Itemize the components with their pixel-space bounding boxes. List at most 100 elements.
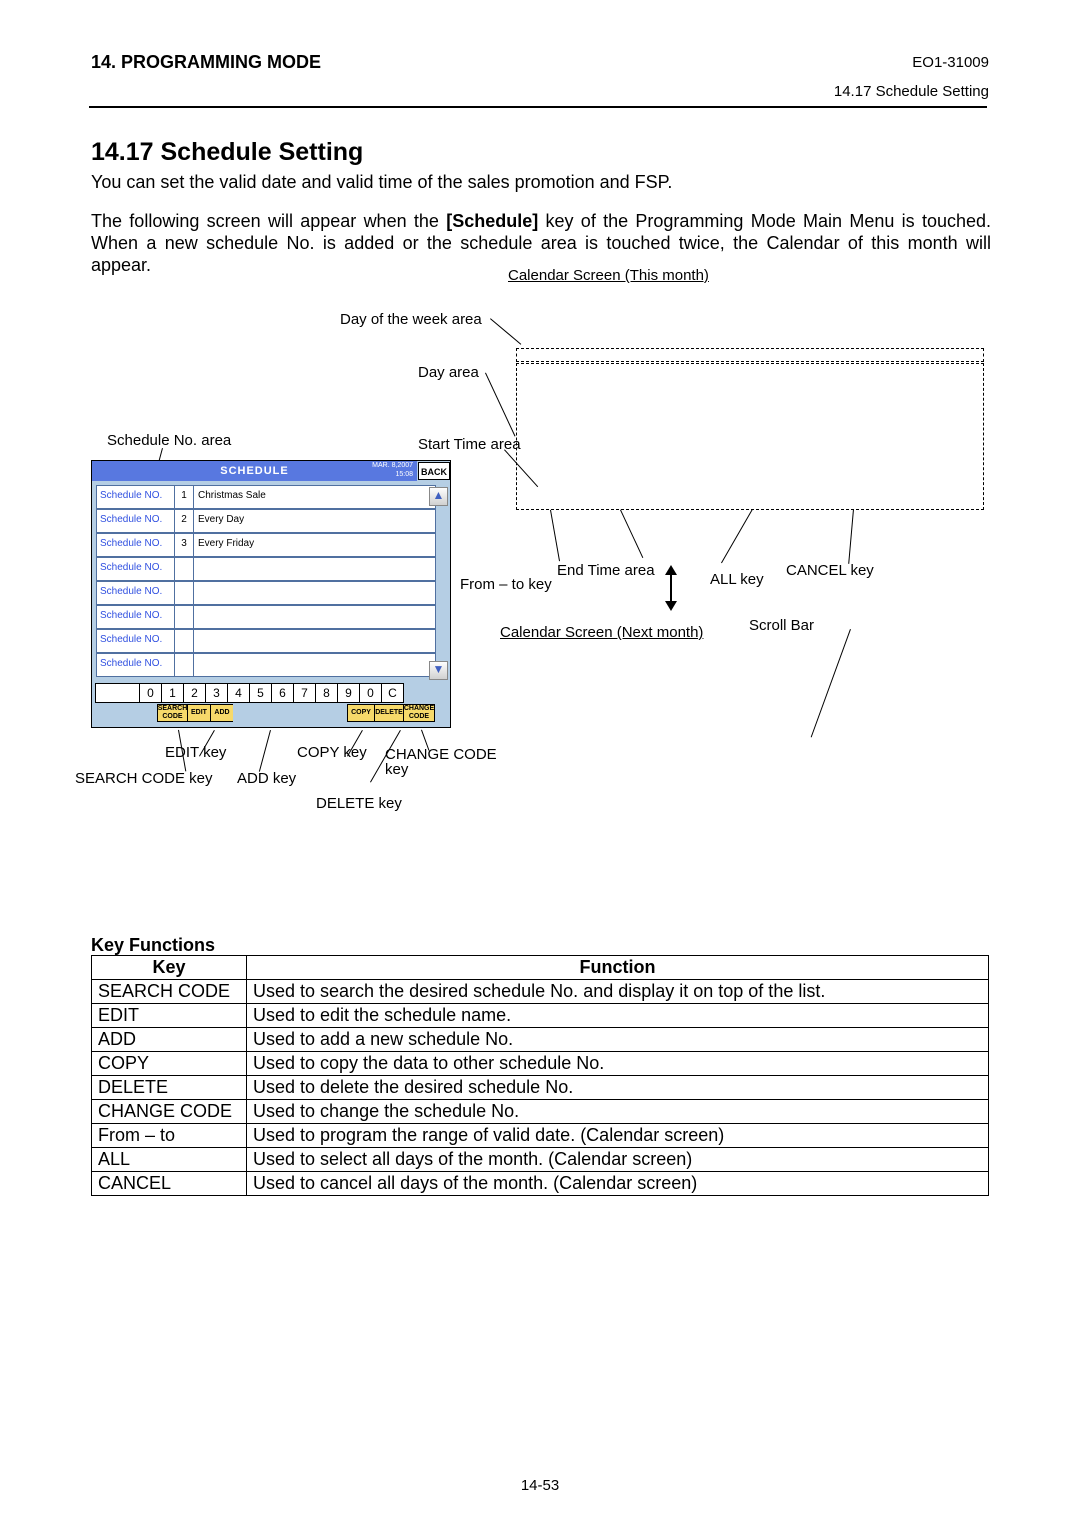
- num-key[interactable]: 8: [315, 683, 338, 703]
- edit-button[interactable]: EDIT: [187, 704, 211, 722]
- intro-para-1: You can set the valid date and valid tim…: [91, 172, 991, 193]
- schedule-key-ref: [Schedule]: [446, 211, 538, 231]
- schedule-no-cell: Schedule NO.: [97, 534, 175, 556]
- callout-line: [550, 510, 560, 561]
- header-right: EO1-31009: [912, 54, 989, 71]
- end-time-area-label: End Time area: [557, 562, 655, 579]
- scroll-double-arrow-icon: [665, 567, 677, 609]
- schedule-name: [194, 606, 435, 628]
- header-rule: [89, 106, 987, 108]
- num-key[interactable]: 9: [337, 683, 360, 703]
- schedule-screen: SCHEDULE MAR. 8,2007 15:08 BACK Schedule…: [91, 460, 451, 728]
- day-area-label: Day area: [418, 364, 479, 381]
- kf-func: Used to cancel all days of the month. (C…: [247, 1172, 989, 1196]
- kf-header-function: Function: [247, 956, 989, 980]
- kf-func: Used to delete the desired schedule No.: [247, 1076, 989, 1100]
- scroll-up-button[interactable]: ▲: [429, 487, 448, 506]
- num-key[interactable]: 0: [139, 683, 162, 703]
- callout-line: [721, 509, 753, 563]
- edit-key-label: EDIT key: [165, 744, 226, 761]
- back-button[interactable]: BACK: [418, 462, 450, 480]
- search-code-button[interactable]: SEARCHCODE: [157, 704, 188, 722]
- kf-key: DELETE: [92, 1076, 247, 1100]
- schedule-no-cell: Schedule NO.: [97, 510, 175, 532]
- change-code-key-label-2: key: [385, 761, 408, 778]
- schedule-no-cell: Schedule NO.: [97, 606, 175, 628]
- schedule-row[interactable]: Schedule NO.: [96, 629, 436, 653]
- schedule-no-cell: Schedule NO.: [97, 654, 175, 676]
- schedule-num: 1: [175, 486, 194, 508]
- schedule-no-cell: Schedule NO.: [97, 630, 175, 652]
- kf-header-key: Key: [92, 956, 247, 980]
- schedule-no-cell: Schedule NO.: [97, 558, 175, 580]
- kf-key: EDIT: [92, 1004, 247, 1028]
- number-row: 0 1 2 3 4 5 6 7 8 9 0 C: [96, 683, 404, 703]
- num-key[interactable]: 7: [293, 683, 316, 703]
- schedule-no-cell: Schedule NO.: [97, 582, 175, 604]
- scroll-down-button[interactable]: ▼: [429, 661, 448, 680]
- button-gap: [95, 704, 138, 722]
- callout-line: [620, 510, 643, 558]
- schedule-row[interactable]: Schedule NO.2Every Day: [96, 509, 436, 533]
- schedule-no-area-label: Schedule No. area: [107, 432, 231, 449]
- schedule-row[interactable]: Schedule NO.: [96, 581, 436, 605]
- num-key[interactable]: 5: [249, 683, 272, 703]
- kf-key: CHANGE CODE: [92, 1100, 247, 1124]
- schedule-row[interactable]: Schedule NO.3Every Friday: [96, 533, 436, 557]
- schedule-name: Every Friday: [194, 534, 435, 556]
- schedule-row[interactable]: Schedule NO.: [96, 653, 436, 677]
- kf-key: COPY: [92, 1052, 247, 1076]
- from-to-key-label: From – to key: [460, 576, 552, 593]
- callout-line: [848, 509, 854, 564]
- schedule-num: [175, 582, 194, 604]
- kf-key: SEARCH CODE: [92, 980, 247, 1004]
- schedule-name: [194, 582, 435, 604]
- calendar-this-month-label: Calendar Screen (This month): [508, 267, 709, 284]
- callout-line: [259, 730, 271, 772]
- num-key[interactable]: 2: [183, 683, 206, 703]
- delete-button[interactable]: DELETE: [374, 704, 404, 722]
- kf-key: ALL: [92, 1148, 247, 1172]
- add-key-label: ADD key: [237, 770, 296, 787]
- kf-func: Used to add a new schedule No.: [247, 1028, 989, 1052]
- schedule-row[interactable]: Schedule NO.: [96, 605, 436, 629]
- button-gap: [137, 704, 158, 722]
- num-key[interactable]: 1: [161, 683, 184, 703]
- schedule-num: 3: [175, 534, 194, 556]
- kf-func: Used to change the schedule No.: [247, 1100, 989, 1124]
- schedule-row[interactable]: Schedule NO.: [96, 557, 436, 581]
- num-key[interactable]: 4: [227, 683, 250, 703]
- num-key[interactable]: 6: [271, 683, 294, 703]
- button-gap: [233, 704, 348, 722]
- search-code-key-label: SEARCH CODE key: [75, 770, 213, 787]
- kf-func: Used to select all days of the month. (C…: [247, 1148, 989, 1172]
- num-blank: [95, 683, 140, 703]
- calendar-next-month-label: Calendar Screen (Next month): [500, 624, 703, 641]
- copy-button[interactable]: COPY: [347, 704, 375, 722]
- schedule-list: Schedule NO.1Christmas Sale Schedule NO.…: [96, 485, 436, 677]
- callout-line: [811, 629, 851, 737]
- schedule-num: 2: [175, 510, 194, 532]
- kf-func: Used to edit the schedule name.: [247, 1004, 989, 1028]
- schedule-name: [194, 654, 435, 676]
- delete-key-label: DELETE key: [316, 795, 402, 812]
- all-key-label: ALL key: [710, 571, 764, 588]
- num-key[interactable]: C: [381, 683, 404, 703]
- kf-key: From – to: [92, 1124, 247, 1148]
- kf-key: ADD: [92, 1028, 247, 1052]
- day-placeholder: [516, 363, 984, 510]
- schedule-name: [194, 558, 435, 580]
- change-code-button[interactable]: CHANGECODE: [403, 704, 435, 722]
- add-button[interactable]: ADD: [210, 704, 234, 722]
- schedule-num: [175, 606, 194, 628]
- dow-placeholder: [516, 348, 984, 362]
- p2a: The following screen will appear when th…: [91, 211, 446, 231]
- num-key[interactable]: 3: [205, 683, 228, 703]
- cancel-key-label: CANCEL key: [786, 562, 874, 579]
- schedule-num: [175, 654, 194, 676]
- header-left: 14. PROGRAMMING MODE: [91, 52, 321, 73]
- schedule-num: [175, 558, 194, 580]
- kf-func: Used to search the desired schedule No. …: [247, 980, 989, 1004]
- num-key[interactable]: 0: [359, 683, 382, 703]
- schedule-row[interactable]: Schedule NO.1Christmas Sale: [96, 485, 436, 509]
